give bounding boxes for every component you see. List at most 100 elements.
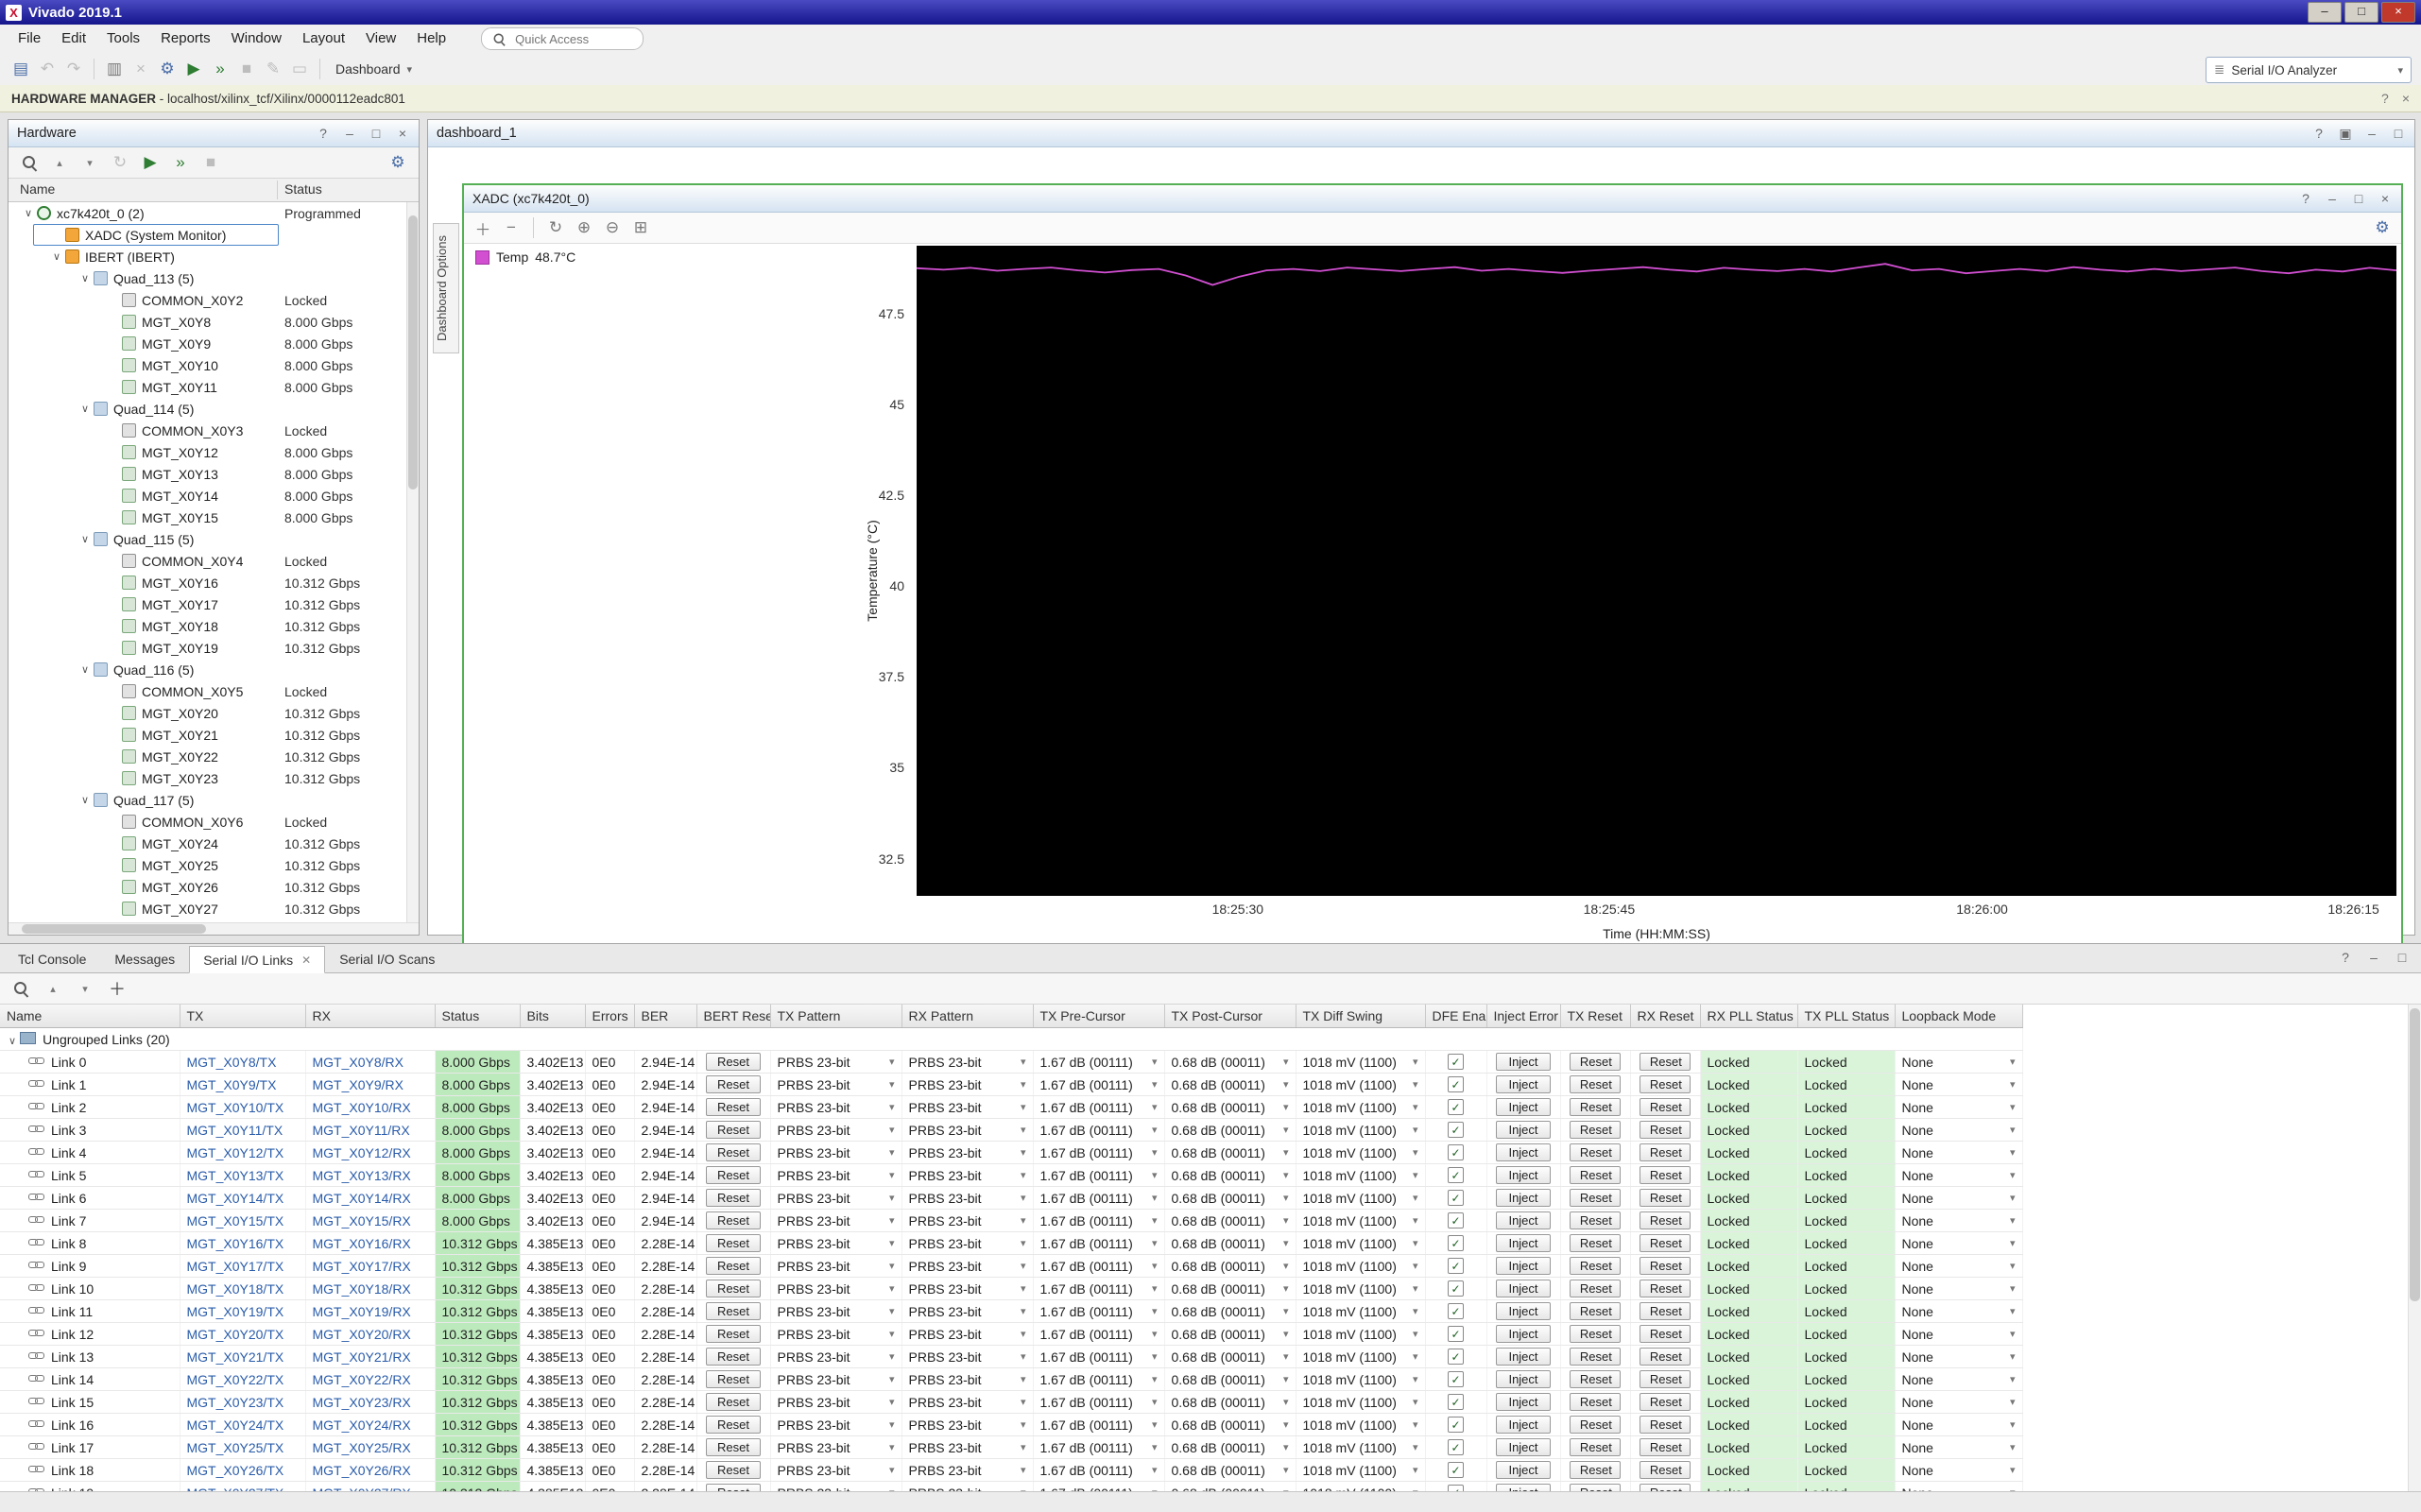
tx-endpoint-link[interactable]: MGT_X0Y22/TX (187, 1372, 284, 1387)
rx-endpoint-link[interactable]: MGT_X0Y18/RX (313, 1281, 411, 1297)
open-hardware-icon[interactable]: ▤ (8, 57, 34, 81)
rx-endpoint-link[interactable]: MGT_X0Y12/RX (313, 1145, 411, 1160)
help-icon[interactable]: ? (2311, 126, 2327, 142)
dfe-enabled-checkbox[interactable]: ✓ (1448, 1167, 1464, 1184)
tx-pre-cursor-select[interactable]: 1.67 dB (00111) ▾ (1040, 1168, 1158, 1183)
close-icon[interactable]: × (2402, 91, 2410, 106)
loopback-mode-select[interactable]: None ▾ (1902, 1440, 2016, 1455)
tx-diff-swing-select[interactable]: 1018 mV (1100) ▾ (1303, 1259, 1418, 1274)
tx-pattern-select[interactable]: PRBS 23-bit ▾ (778, 1191, 895, 1206)
tx-reset-button[interactable]: Reset (1569, 1053, 1622, 1071)
tx-post-cursor-select[interactable]: 0.68 dB (00011) ▾ (1172, 1349, 1289, 1365)
dfe-enabled-checkbox[interactable]: ✓ (1448, 1439, 1464, 1456)
chart-plot-area[interactable] (917, 246, 2396, 896)
menu-view[interactable]: View (355, 26, 406, 52)
tx-reset-button[interactable]: Reset (1569, 1257, 1622, 1275)
search-icon[interactable] (16, 150, 43, 175)
help-icon[interactable]: ? (2338, 950, 2353, 965)
run-icon[interactable]: ▶ (137, 150, 163, 175)
rx-endpoint-link[interactable]: MGT_X0Y26/RX (313, 1463, 411, 1478)
tx-pre-cursor-select[interactable]: 1.67 dB (00111) ▾ (1040, 1145, 1158, 1160)
tree-row[interactable]: XADC (System Monitor) (9, 224, 419, 246)
tree-row[interactable]: COMMON_X0Y6 Locked (9, 811, 419, 833)
tx-pattern-select[interactable]: PRBS 23-bit ▾ (778, 1395, 895, 1410)
rx-endpoint-link[interactable]: MGT_X0Y9/RX (313, 1077, 404, 1092)
inject-error-button[interactable]: Inject (1496, 1461, 1551, 1479)
rx-endpoint-link[interactable]: MGT_X0Y20/RX (313, 1327, 411, 1342)
tx-post-cursor-select[interactable]: 0.68 dB (00011) ▾ (1172, 1327, 1289, 1342)
rx-reset-button[interactable]: Reset (1639, 1234, 1691, 1252)
help-icon[interactable]: ? (316, 126, 331, 141)
maximize-icon[interactable]: □ (369, 126, 384, 141)
tx-diff-swing-select[interactable]: 1018 mV (1100) ▾ (1303, 1213, 1418, 1228)
column-header[interactable]: RX Reset (1630, 1005, 1701, 1028)
rx-reset-button[interactable]: Reset (1639, 1416, 1691, 1434)
rx-pattern-select[interactable]: PRBS 23-bit ▾ (909, 1055, 1026, 1070)
dfe-enabled-checkbox[interactable]: ✓ (1448, 1054, 1464, 1071)
quick-access-box[interactable] (481, 27, 644, 50)
tree-row[interactable]: MGT_X0Y27 10.312 Gbps (9, 898, 419, 919)
tx-endpoint-link[interactable]: MGT_X0Y25/TX (187, 1440, 284, 1455)
link-row[interactable]: Link 15 MGT_X0Y23/TX MGT_X0Y23/RX 10.312 Gb… (0, 1390, 2023, 1414)
rx-endpoint-link[interactable]: MGT_X0Y19/RX (313, 1304, 411, 1319)
undo-icon[interactable]: ↶ (34, 57, 60, 81)
tx-post-cursor-select[interactable]: 0.68 dB (00011) ▾ (1172, 1259, 1289, 1274)
tx-reset-button[interactable]: Reset (1569, 1325, 1622, 1343)
link-row[interactable]: Link 3 MGT_X0Y11/TX MGT_X0Y11/RX 8.000 Gbps… (0, 1118, 2023, 1142)
tree-row[interactable]: MGT_X0Y26 10.312 Gbps (9, 876, 419, 898)
tree-row[interactable]: MGT_X0Y8 8.000 Gbps (9, 311, 419, 333)
rx-pattern-select[interactable]: PRBS 23-bit ▾ (909, 1123, 1026, 1138)
dfe-enabled-checkbox[interactable]: ✓ (1448, 1417, 1464, 1434)
tx-reset-button[interactable]: Reset (1569, 1393, 1622, 1411)
loopback-mode-select[interactable]: None ▾ (1902, 1304, 2016, 1319)
links-group-row[interactable]: ∨ Ungrouped Links (20) (0, 1027, 2023, 1051)
tx-pattern-select[interactable]: PRBS 23-bit ▾ (778, 1100, 895, 1115)
rx-reset-button[interactable]: Reset (1639, 1438, 1691, 1456)
tx-reset-button[interactable]: Reset (1569, 1348, 1622, 1366)
analyzer-select[interactable]: ≣ Serial I/O Analyzer ▾ (2206, 57, 2412, 83)
loopback-mode-select[interactable]: None ▾ (1902, 1259, 2016, 1274)
link-row[interactable]: Link 11 MGT_X0Y19/TX MGT_X0Y19/RX 10.312 Gb… (0, 1299, 2023, 1323)
tx-diff-swing-select[interactable]: 1018 mV (1100) ▾ (1303, 1077, 1418, 1092)
link-row[interactable]: Link 0 MGT_X0Y8/TX MGT_X0Y8/RX 8.000 Gbps 3.… (0, 1050, 2023, 1074)
minimize-icon[interactable]: – (2364, 126, 2379, 142)
rx-endpoint-link[interactable]: MGT_X0Y10/RX (313, 1100, 411, 1115)
rx-endpoint-link[interactable]: MGT_X0Y16/RX (313, 1236, 411, 1251)
tx-endpoint-link[interactable]: MGT_X0Y9/TX (187, 1077, 277, 1092)
tx-diff-swing-select[interactable]: 1018 mV (1100) ▾ (1303, 1304, 1418, 1319)
rx-endpoint-link[interactable]: MGT_X0Y21/RX (313, 1349, 411, 1365)
maximize-button[interactable]: □ (2344, 2, 2378, 23)
tx-diff-swing-select[interactable]: 1018 mV (1100) ▾ (1303, 1327, 1418, 1342)
inject-error-button[interactable]: Inject (1496, 1234, 1551, 1252)
tree-row[interactable]: ∨ Quad_114 (5) (9, 398, 419, 420)
column-header[interactable]: TX Pattern (770, 1005, 902, 1028)
close-icon[interactable]: × (395, 126, 410, 141)
rx-endpoint-link[interactable]: MGT_X0Y11/RX (313, 1123, 410, 1138)
maximize-icon[interactable]: □ (2351, 191, 2366, 206)
tree-row[interactable]: MGT_X0Y9 8.000 Gbps (9, 333, 419, 354)
inject-error-button[interactable]: Inject (1496, 1280, 1551, 1297)
rx-reset-button[interactable]: Reset (1639, 1121, 1691, 1139)
tx-post-cursor-select[interactable]: 0.68 dB (00011) ▾ (1172, 1463, 1289, 1478)
refresh-icon[interactable]: ↻ (542, 215, 569, 240)
link-row[interactable]: Link 16 MGT_X0Y24/TX MGT_X0Y24/RX 10.312 Gb… (0, 1413, 2023, 1436)
rx-reset-button[interactable]: Reset (1639, 1461, 1691, 1479)
tx-pre-cursor-select[interactable]: 1.67 dB (00111) ▾ (1040, 1055, 1158, 1070)
tx-pre-cursor-select[interactable]: 1.67 dB (00111) ▾ (1040, 1100, 1158, 1115)
help-icon[interactable]: ? (2298, 191, 2313, 206)
tree-row[interactable]: MGT_X0Y10 8.000 Gbps (9, 354, 419, 376)
column-divider[interactable] (277, 180, 278, 199)
tree-row[interactable]: MGT_X0Y23 10.312 Gbps (9, 767, 419, 789)
expander-icon[interactable]: ∨ (77, 533, 94, 545)
menu-layout[interactable]: Layout (292, 26, 355, 52)
rx-pattern-select[interactable]: PRBS 23-bit ▾ (909, 1304, 1026, 1319)
loopback-mode-select[interactable]: None ▾ (1902, 1236, 2016, 1251)
tx-pattern-select[interactable]: PRBS 23-bit ▾ (778, 1168, 895, 1183)
tx-post-cursor-select[interactable]: 0.68 dB (00011) ▾ (1172, 1123, 1289, 1138)
column-header[interactable]: RX (305, 1005, 436, 1028)
tx-reset-button[interactable]: Reset (1569, 1438, 1622, 1456)
tx-reset-button[interactable]: Reset (1569, 1461, 1622, 1479)
column-header[interactable]: RX Pattern (901, 1005, 1034, 1028)
tx-post-cursor-select[interactable]: 0.68 dB (00011) ▾ (1172, 1191, 1289, 1206)
tx-endpoint-link[interactable]: MGT_X0Y8/TX (187, 1055, 277, 1070)
